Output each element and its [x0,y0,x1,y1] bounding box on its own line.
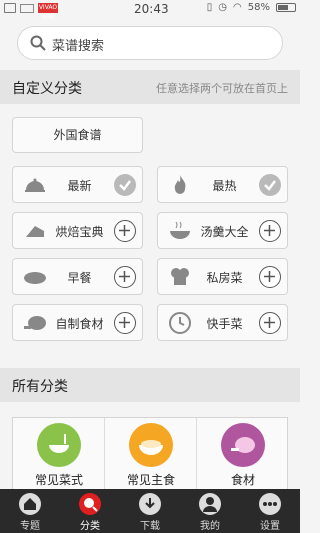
nav-profile[interactable]: 我的 [180,489,240,533]
category-tile-home-cooking[interactable]: 私房菜 [157,258,288,295]
checkmark-icon[interactable] [114,174,136,196]
download-icon [139,493,161,515]
category-label: 烘焙宝典 [55,225,104,239]
user-icon [199,493,221,515]
cake-icon [26,226,44,237]
foreign-recipes-button[interactable]: 外国食谱 [12,117,143,153]
add-icon[interactable] [259,312,281,334]
status-left-icons: VIVAO 悦刷 [4,3,58,21]
flame-icon [174,175,186,194]
checkmark-icon[interactable] [259,174,281,196]
add-icon[interactable] [114,220,136,242]
add-icon[interactable] [114,312,136,334]
category-label: 汤羹大全 [200,225,249,239]
category-label: 最热 [212,179,237,193]
add-icon[interactable] [259,220,281,242]
section-title: 所有分类 [12,379,68,395]
bread-icon [24,272,46,284]
bowl-icon [37,423,81,467]
search-placeholder: 菜谱搜索 [52,39,105,54]
section-hint: 任意选择两个可放在首页上 [156,82,288,95]
search-icon [30,35,46,51]
category-tile-soup[interactable]: 汤羹大全 [157,212,288,249]
message-icon [20,3,34,13]
battery-icon [276,3,296,12]
wifi-icon: ◠ [233,2,242,13]
nav-label: 下载 [140,521,160,532]
category-tile-homemade[interactable]: 自制食材 [12,304,143,341]
category-label: 食材 [230,473,255,487]
nav-download[interactable]: 下载 [120,489,180,533]
nav-label: 分类 [80,521,100,532]
category-label: 自制食材 [55,317,104,331]
app-notification-icon: VIVAO 悦刷 [38,3,58,21]
status-time: 20:43 [134,2,169,16]
ham-icon [24,316,46,330]
category-label: 常见菜式 [34,473,83,487]
alarm-icon: ◷ [218,2,228,13]
status-bar: VIVAO 悦刷 20:43 ▯ ◷ ◠ 58% [0,0,300,21]
clock-icon [169,312,191,334]
category-tile-hottest[interactable]: 最热 [157,166,288,203]
category-label: 快手菜 [206,317,243,331]
chef-hat-icon [171,268,189,285]
all-category-grid: 常见菜式 常见主食 食材 [12,417,289,491]
nav-settings[interactable]: 设置 [240,489,300,533]
status-right-icons: ▯ ◷ ◠ 58% [207,2,296,13]
rice-bowl-icon [129,423,173,467]
category-tile-quick[interactable]: 快手菜 [157,304,288,341]
all-category-header: 所有分类 [0,368,300,402]
soup-icon [170,221,190,239]
category-label: 早餐 [67,271,92,285]
all-category-staples[interactable]: 常见主食 [105,418,197,491]
home-icon [19,493,41,515]
category-tile-breakfast[interactable]: 早餐 [12,258,143,295]
nav-topics[interactable]: 专题 [0,489,60,533]
ham-icon [221,423,265,467]
cloche-icon [25,178,45,192]
section-title: 自定义分类 [12,81,82,97]
category-icon [79,493,101,515]
category-tile-baking[interactable]: 烘焙宝典 [12,212,143,249]
nav-category[interactable]: 分类 [60,489,120,533]
signal-icon [4,3,16,13]
add-icon[interactable] [259,266,281,288]
search-input[interactable]: 菜谱搜索 [17,26,283,60]
category-tile-latest[interactable]: 最新 [12,166,143,203]
nav-label: 我的 [200,521,220,532]
category-label: 最新 [67,179,92,193]
vibrate-icon: ▯ [206,2,213,13]
more-icon [259,493,281,515]
add-icon[interactable] [114,266,136,288]
all-category-dishes[interactable]: 常见菜式 [13,418,105,491]
bottom-nav: 专题 分类 下载 我的 设置 [0,489,300,533]
all-category-ingredients[interactable]: 食材 [197,418,289,491]
custom-category-header: 自定义分类 任意选择两个可放在首页上 [0,70,300,104]
nav-label: 专题 [20,521,40,532]
category-label: 私房菜 [206,271,243,285]
category-label: 常见主食 [126,473,175,487]
nav-label: 设置 [260,521,280,532]
battery-percent: 58% [247,2,270,13]
